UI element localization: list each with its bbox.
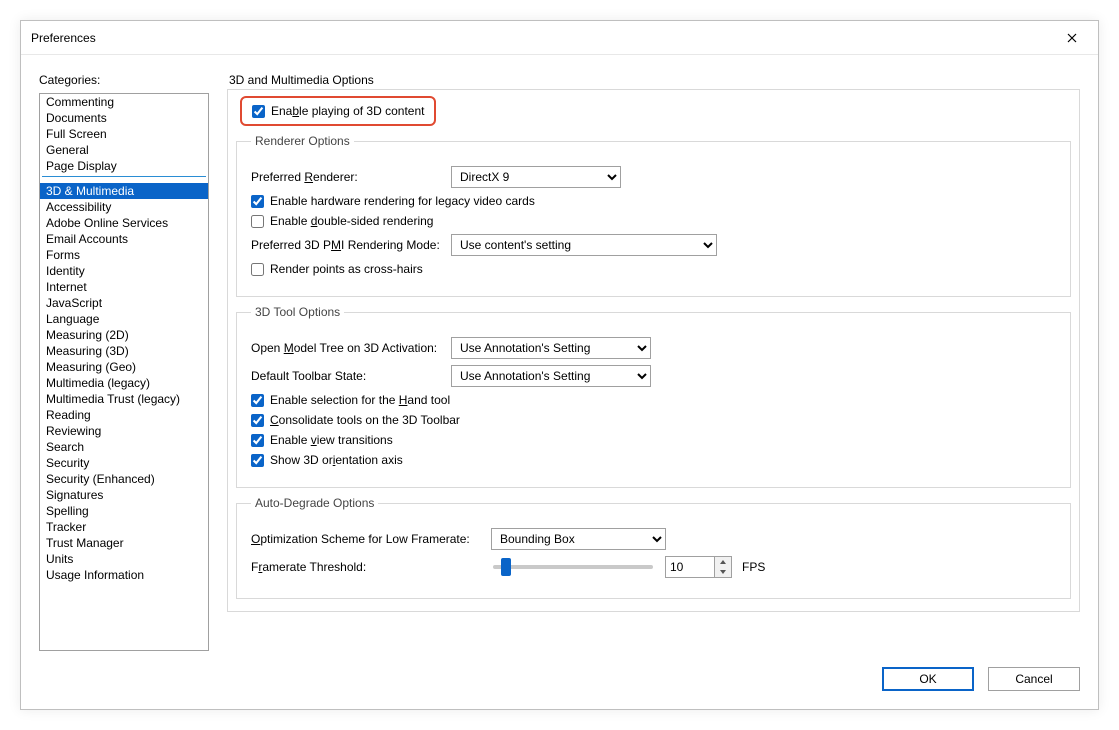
auto-degrade-group: Auto-Degrade Options Optimization Scheme… <box>236 496 1071 599</box>
crosshairs-label: Render points as cross-hairs <box>270 262 423 276</box>
framerate-threshold-input[interactable] <box>666 557 714 577</box>
renderer-options-group: Renderer Options Preferred Renderer: Dir… <box>236 134 1071 297</box>
view-transitions-checkbox[interactable] <box>251 434 264 447</box>
toolbar-state-label: Default Toolbar State: <box>251 369 441 383</box>
ok-button[interactable]: OK <box>882 667 974 691</box>
pmi-mode-label: Preferred 3D PMI Rendering Mode: <box>251 238 441 252</box>
category-item[interactable]: Usage Information <box>40 567 208 583</box>
category-item[interactable]: Search <box>40 439 208 455</box>
hardware-rendering-label: Enable hardware rendering for legacy vid… <box>270 194 535 208</box>
window-title: Preferences <box>31 21 96 55</box>
category-separator <box>42 176 206 177</box>
hand-tool-selection-label: Enable selection for the Hand tool <box>270 393 450 407</box>
double-sided-label: Enable double-sided rendering <box>270 214 433 228</box>
framerate-unit-label: FPS <box>742 560 765 574</box>
preferences-dialog: Preferences Categories: CommentingDocume… <box>20 20 1099 710</box>
close-button[interactable] <box>1056 26 1088 50</box>
consolidate-tools-label: Consolidate tools on the 3D Toolbar <box>270 413 460 427</box>
panel-box: Enable playing of 3D content Renderer Op… <box>227 89 1080 612</box>
category-item[interactable]: Tracker <box>40 519 208 535</box>
optimization-scheme-label: Optimization Scheme for Low Framerate: <box>251 532 481 546</box>
orientation-axis-label: Show 3D orientation axis <box>270 453 403 467</box>
category-item[interactable]: Measuring (3D) <box>40 343 208 359</box>
consolidate-tools-checkbox[interactable] <box>251 414 264 427</box>
pmi-mode-select[interactable]: Use content's setting <box>451 234 717 256</box>
category-item[interactable]: Internet <box>40 279 208 295</box>
category-item[interactable]: General <box>40 142 208 158</box>
category-item[interactable]: Units <box>40 551 208 567</box>
tool-options-legend: 3D Tool Options <box>251 305 344 319</box>
category-item[interactable]: Forms <box>40 247 208 263</box>
model-tree-select[interactable]: Use Annotation's Setting <box>451 337 651 359</box>
category-item[interactable]: Trust Manager <box>40 535 208 551</box>
toolbar-state-select[interactable]: Use Annotation's Setting <box>451 365 651 387</box>
framerate-down-button[interactable] <box>715 567 731 577</box>
framerate-threshold-slider[interactable] <box>493 565 653 569</box>
model-tree-label: Open Model Tree on 3D Activation: <box>251 341 441 355</box>
category-item[interactable]: Security <box>40 455 208 471</box>
close-icon <box>1067 33 1077 43</box>
view-transitions-label: Enable view transitions <box>270 433 393 447</box>
chevron-down-icon <box>720 570 726 574</box>
preferred-renderer-select[interactable]: DirectX 9 <box>451 166 621 188</box>
double-sided-checkbox[interactable] <box>251 215 264 228</box>
category-item[interactable]: Security (Enhanced) <box>40 471 208 487</box>
options-panel: 3D and Multimedia Options Enable playing… <box>227 73 1080 651</box>
enable-3d-label: Enable playing of 3D content <box>271 104 424 118</box>
cancel-button[interactable]: Cancel <box>988 667 1080 691</box>
category-item[interactable]: 3D & Multimedia <box>40 183 208 199</box>
orientation-axis-checkbox[interactable] <box>251 454 264 467</box>
categories-label: Categories: <box>39 73 209 87</box>
enable-3d-checkbox[interactable] <box>252 105 265 118</box>
category-item[interactable]: Documents <box>40 110 208 126</box>
preferred-renderer-label: Preferred Renderer: <box>251 170 441 184</box>
framerate-threshold-label: Framerate Threshold: <box>251 560 481 574</box>
framerate-up-button[interactable] <box>715 557 731 567</box>
categories-column: Categories: CommentingDocumentsFull Scre… <box>39 73 209 651</box>
chevron-up-icon <box>720 560 726 564</box>
categories-listbox[interactable]: CommentingDocumentsFull ScreenGeneralPag… <box>39 93 209 651</box>
category-item[interactable]: JavaScript <box>40 295 208 311</box>
category-item[interactable]: Signatures <box>40 487 208 503</box>
category-item[interactable]: Email Accounts <box>40 231 208 247</box>
optimization-scheme-select[interactable]: Bounding Box <box>491 528 666 550</box>
enable-3d-highlight: Enable playing of 3D content <box>240 96 436 126</box>
category-item[interactable]: Measuring (Geo) <box>40 359 208 375</box>
category-item[interactable]: Commenting <box>40 94 208 110</box>
category-item[interactable]: Reading <box>40 407 208 423</box>
category-item[interactable]: Identity <box>40 263 208 279</box>
category-item[interactable]: Full Screen <box>40 126 208 142</box>
hand-tool-selection-checkbox[interactable] <box>251 394 264 407</box>
panel-title: 3D and Multimedia Options <box>229 73 1080 87</box>
auto-degrade-legend: Auto-Degrade Options <box>251 496 378 510</box>
category-item[interactable]: Page Display <box>40 158 208 174</box>
dialog-footer: OK Cancel <box>882 667 1080 691</box>
tool-options-group: 3D Tool Options Open Model Tree on 3D Ac… <box>236 305 1071 488</box>
category-item[interactable]: Spelling <box>40 503 208 519</box>
hardware-rendering-checkbox[interactable] <box>251 195 264 208</box>
titlebar: Preferences <box>21 21 1098 55</box>
category-item[interactable]: Measuring (2D) <box>40 327 208 343</box>
category-item[interactable]: Accessibility <box>40 199 208 215</box>
category-item[interactable]: Multimedia (legacy) <box>40 375 208 391</box>
category-item[interactable]: Adobe Online Services <box>40 215 208 231</box>
category-item[interactable]: Reviewing <box>40 423 208 439</box>
category-item[interactable]: Language <box>40 311 208 327</box>
renderer-options-legend: Renderer Options <box>251 134 354 148</box>
framerate-threshold-spinner <box>665 556 732 578</box>
category-item[interactable]: Multimedia Trust (legacy) <box>40 391 208 407</box>
crosshairs-checkbox[interactable] <box>251 263 264 276</box>
